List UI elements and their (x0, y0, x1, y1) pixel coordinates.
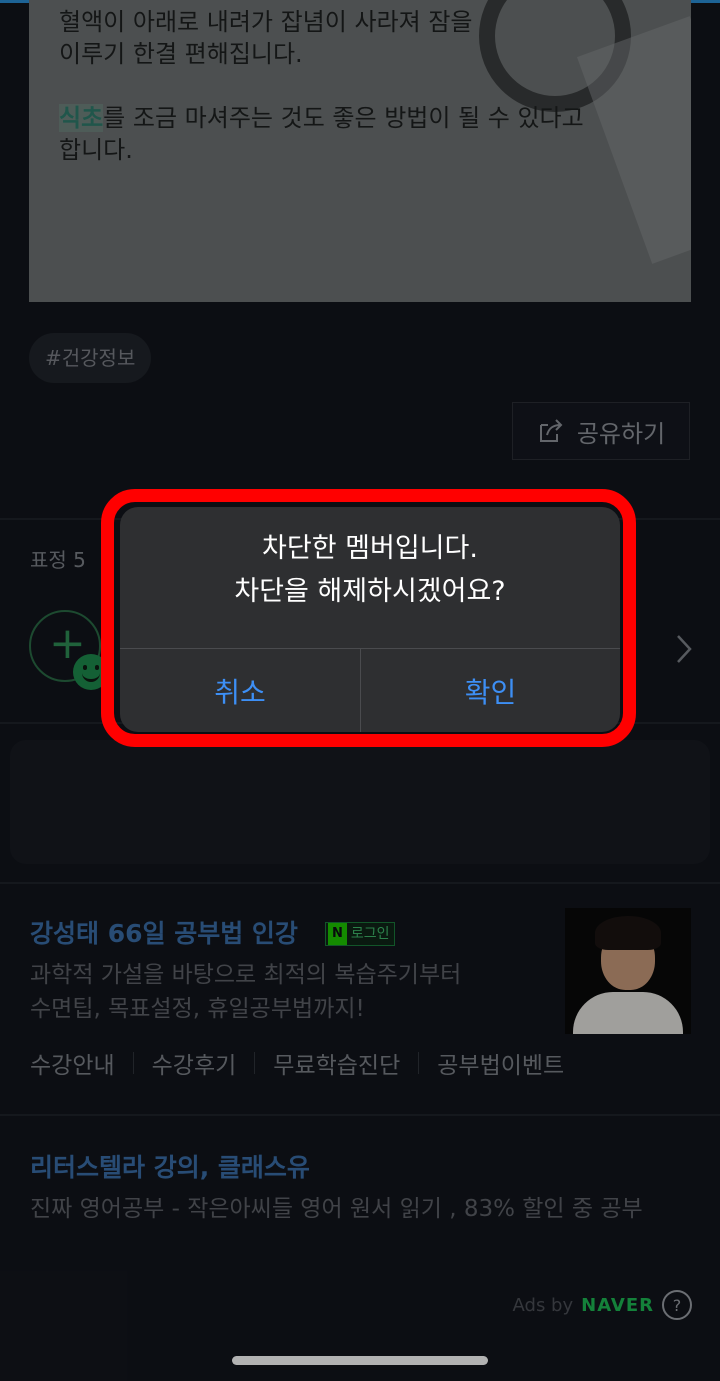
highlight-annotation (101, 489, 636, 747)
